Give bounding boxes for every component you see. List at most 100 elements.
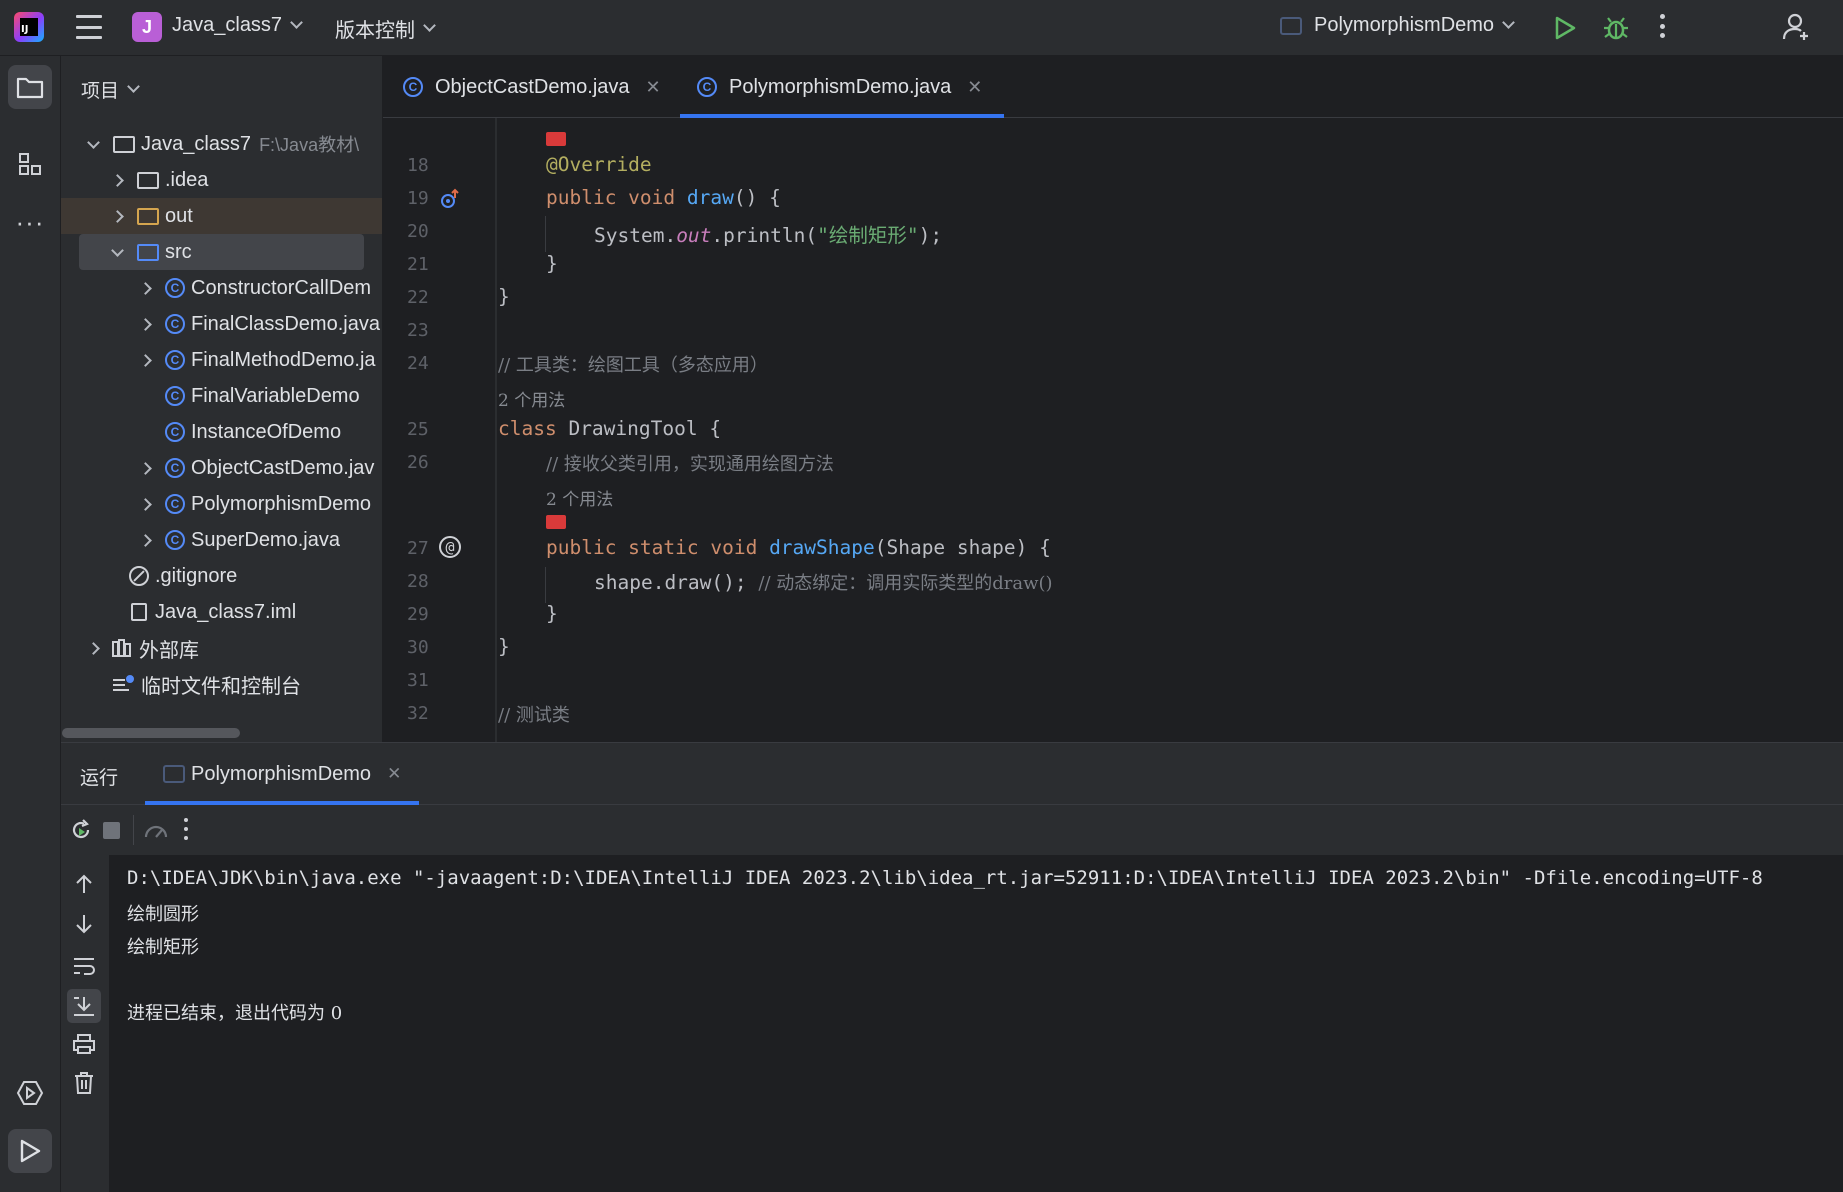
console-output[interactable]: D:\IDEA\JDK\bin\java.exe "-javaagent:D:\…	[109, 855, 1843, 1192]
line-number: 23	[407, 320, 429, 341]
tree-item-label: ObjectCastDemo.jav	[191, 456, 375, 479]
arrow-down-icon[interactable]	[74, 913, 94, 941]
override-marker-icon[interactable]	[439, 188, 461, 215]
run-config-selector[interactable]: PolymorphismDemo	[1280, 14, 1515, 37]
scroll-to-end-button[interactable]	[67, 989, 101, 1023]
tree-item-label: ConstructorCallDem	[191, 276, 372, 299]
tree-item-class[interactable]: C FinalClassDemo.java	[61, 306, 382, 342]
project-name: Java_class7	[172, 14, 283, 36]
tab-polymorphismdemo[interactable]: C PolymorphismDemo.java ✕	[680, 56, 1005, 118]
tree-item-label: FinalVariableDemo	[191, 384, 360, 407]
arrow-up-icon[interactable]	[74, 873, 94, 901]
services-tool-button[interactable]	[8, 1071, 52, 1115]
rerun-icon[interactable]	[69, 818, 93, 848]
expand-icon[interactable]	[105, 173, 129, 187]
tree-item-class[interactable]: C FinalVariableDemo	[61, 378, 382, 414]
more-tools-button[interactable]: ···	[8, 200, 52, 244]
project-pane-header[interactable]: 项目	[81, 76, 140, 103]
expand-icon[interactable]	[133, 497, 157, 511]
tree-item-label: SuperDemo.java	[191, 528, 340, 551]
vcs-menu-label: 版本控制	[335, 20, 415, 42]
tree-item-class[interactable]: C InstanceOfDemo	[61, 414, 382, 450]
expand-icon[interactable]	[133, 533, 157, 547]
tab-objectcastdemo[interactable]: C ObjectCastDemo.java ✕	[403, 56, 661, 118]
usage-hint[interactable]: 2 个用法	[498, 386, 565, 411]
close-icon[interactable]: ✕	[967, 77, 982, 98]
expand-icon[interactable]	[133, 461, 157, 475]
run-config-icon	[163, 765, 185, 783]
coverage-icon[interactable]	[143, 817, 169, 849]
tree-item-scratches[interactable]: 临时文件和控制台	[61, 666, 382, 702]
add-user-icon[interactable]	[1782, 12, 1812, 48]
main-menu-icon[interactable]	[76, 15, 102, 39]
trash-icon[interactable]	[73, 1071, 95, 1101]
line-number: 30	[407, 637, 429, 658]
code-line-19: public void draw() {	[546, 186, 781, 209]
structure-icon	[19, 153, 41, 175]
tree-item-out[interactable]: out	[61, 198, 382, 234]
line-number: 18	[407, 155, 429, 176]
file-icon	[131, 603, 147, 621]
expand-icon[interactable]	[133, 281, 157, 295]
ignore-file-icon	[129, 566, 149, 586]
inlay-hint-icon[interactable]	[546, 515, 566, 529]
chevron-down-icon	[290, 16, 303, 29]
project-switcher[interactable]: Java_class7	[172, 14, 303, 37]
print-icon[interactable]	[72, 1033, 96, 1061]
expand-icon[interactable]	[81, 641, 105, 655]
code-line-30: }	[498, 635, 510, 658]
tree-item-label: InstanceOfDemo	[191, 420, 342, 443]
more-actions-icon[interactable]	[1660, 14, 1666, 38]
tree-item-class[interactable]: C SuperDemo.java	[61, 522, 382, 558]
tree-item-src[interactable]: src	[79, 234, 364, 270]
expand-icon[interactable]	[105, 209, 129, 223]
stop-icon[interactable]	[103, 822, 120, 839]
expand-icon[interactable]	[81, 135, 105, 149]
tree-item-class[interactable]: C ObjectCastDemo.jav	[61, 450, 382, 486]
code-line-26: // 接收父类引用，实现通用绘图方法	[546, 454, 834, 475]
tab-label: PolymorphismDemo.java	[729, 75, 952, 98]
tree-item-label: PolymorphismDemo	[191, 492, 372, 515]
code-line-32: // 测试类	[498, 705, 570, 726]
code-line-25: class DrawingTool {	[498, 417, 722, 440]
structure-tool-button[interactable]	[8, 142, 52, 186]
line-number: 32	[407, 703, 429, 724]
tree-item-class[interactable]: C FinalMethodDemo.ja	[61, 342, 382, 378]
collapse-icon[interactable]	[105, 243, 129, 257]
expand-icon[interactable]	[133, 317, 157, 331]
close-icon[interactable]: ✕	[387, 764, 401, 784]
intellij-logo-icon[interactable]: IJ	[14, 12, 44, 42]
close-icon[interactable]: ✕	[646, 77, 661, 98]
line-number: 24	[407, 353, 429, 374]
run-tool-button[interactable]	[8, 1129, 52, 1173]
soft-wrap-icon[interactable]	[72, 955, 96, 983]
tree-root-java-class7[interactable]: Java_class7 F:\Java教材\	[61, 126, 382, 162]
at-marker-icon[interactable]: @	[439, 536, 461, 558]
tree-item-idea[interactable]: .idea	[61, 162, 382, 198]
console-line: 绘制圆形	[127, 904, 199, 925]
code-line-27: public static void drawShape(Shape shape…	[546, 536, 1051, 559]
tree-item-gitignore[interactable]: .gitignore	[61, 558, 382, 594]
expand-icon[interactable]	[133, 353, 157, 367]
tree-item-iml[interactable]: Java_class7.iml	[61, 594, 382, 630]
debug-icon[interactable]	[1602, 14, 1630, 48]
project-tool-button[interactable]	[8, 65, 52, 109]
vcs-menu[interactable]: 版本控制	[335, 14, 436, 43]
run-panel-header: 运行 PolymorphismDemo ✕	[61, 743, 1843, 805]
run-tab-polymorphismdemo[interactable]: PolymorphismDemo ✕	[145, 743, 420, 805]
tree-item-external-libraries[interactable]: 外部库	[61, 630, 382, 666]
usage-hint[interactable]: 2 个用法	[546, 485, 613, 510]
code-editor[interactable]: 18 19 20 21 22 23 24 25 26 27 28 29 30 3…	[383, 118, 1843, 742]
source-folder-icon	[137, 243, 159, 261]
project-horizontal-scrollbar[interactable]	[62, 728, 240, 738]
more-actions-icon[interactable]	[184, 818, 190, 840]
code-line-18: @Override	[546, 153, 652, 176]
run-icon[interactable]	[1553, 15, 1577, 47]
tree-item-class[interactable]: C PolymorphismDemo	[61, 486, 382, 522]
project-badge[interactable]: J	[132, 12, 162, 42]
code-line-22: }	[498, 285, 510, 308]
run-toolbar	[61, 805, 1843, 855]
tree-item-label: FinalMethodDemo.ja	[191, 348, 376, 371]
tree-item-class[interactable]: C ConstructorCallDem	[61, 270, 382, 306]
inlay-hint-icon[interactable]	[546, 132, 566, 146]
